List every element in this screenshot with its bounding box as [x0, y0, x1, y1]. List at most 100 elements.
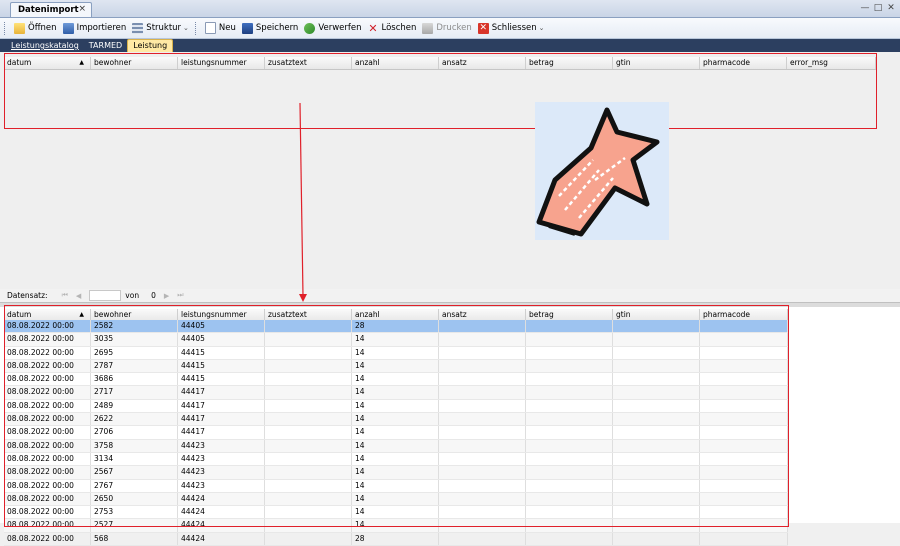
- table-row[interactable]: 08.08.2022 00:00 2717 44417 14: [4, 386, 788, 400]
- print-button[interactable]: Drucken: [419, 19, 474, 37]
- table-row[interactable]: 08.08.2022 00:00 2706 44417 14: [4, 426, 788, 440]
- table-cell-leistungsnummer[interactable]: 44415: [178, 359, 265, 373]
- table-cell-bewohner[interactable]: 2787: [91, 359, 178, 373]
- table-cell-ansatz[interactable]: [439, 320, 526, 333]
- table-cell-ansatz[interactable]: [439, 413, 526, 426]
- table-cell-pharmacode[interactable]: [700, 439, 788, 452]
- table-row[interactable]: 08.08.2022 00:00 2527 44424 14: [4, 519, 788, 533]
- table-cell-anzahl[interactable]: 14: [352, 479, 439, 492]
- table-cell-leistungsnummer[interactable]: 44423: [178, 439, 265, 452]
- table-cell-betrag[interactable]: [526, 532, 613, 546]
- table-cell-leistungsnummer[interactable]: 44405: [178, 320, 265, 333]
- table-cell-ansatz[interactable]: [439, 452, 526, 466]
- table-cell-anzahl[interactable]: 14: [352, 506, 439, 519]
- table-cell-leistungsnummer[interactable]: 44417: [178, 386, 265, 399]
- table-cell-bewohner[interactable]: 568: [91, 532, 178, 546]
- table-cell-bewohner[interactable]: 2695: [91, 346, 178, 359]
- table-row[interactable]: 08.08.2022 00:00 2622 44417 14: [4, 413, 788, 427]
- table-cell-gtin[interactable]: [613, 452, 700, 466]
- table-cell-zusatztext[interactable]: [265, 479, 352, 492]
- table-cell-leistungsnummer[interactable]: 44424: [178, 532, 265, 546]
- table-cell-betrag[interactable]: [526, 333, 613, 346]
- table-cell-betrag[interactable]: [526, 320, 613, 333]
- tab-close-icon[interactable]: ×: [78, 4, 86, 14]
- table-cell-gtin[interactable]: [613, 426, 700, 439]
- table-cell-ansatz[interactable]: [439, 373, 526, 386]
- table-cell-bewohner[interactable]: 2567: [91, 466, 178, 479]
- toolbar-grip-2[interactable]: [194, 21, 199, 35]
- table-cell-datum[interactable]: 08.08.2022 00:00: [4, 359, 91, 373]
- table-cell-leistungsnummer[interactable]: 44423: [178, 479, 265, 492]
- table-cell-datum[interactable]: 08.08.2022 00:00: [4, 373, 91, 386]
- table-cell-betrag[interactable]: [526, 452, 613, 466]
- close-window-icon[interactable]: ✕: [886, 3, 896, 13]
- col-header-anzahl[interactable]: anzahl: [352, 57, 439, 69]
- table-cell-anzahl[interactable]: 14: [352, 346, 439, 359]
- table-cell-leistungsnummer[interactable]: 44424: [178, 519, 265, 532]
- table-cell-datum[interactable]: 08.08.2022 00:00: [4, 386, 91, 399]
- table-cell-ansatz[interactable]: [439, 439, 526, 452]
- table-cell-zusatztext[interactable]: [265, 359, 352, 373]
- table-cell-anzahl[interactable]: 14: [352, 426, 439, 439]
- table-cell-leistungsnummer[interactable]: 44415: [178, 373, 265, 386]
- table-cell-pharmacode[interactable]: [700, 413, 788, 426]
- col-header-pharmacode[interactable]: pharmacode: [700, 57, 787, 69]
- table-cell-zusatztext[interactable]: [265, 452, 352, 466]
- table-cell-zusatztext[interactable]: [265, 492, 352, 506]
- table-cell-ansatz[interactable]: [439, 346, 526, 359]
- table-cell-gtin[interactable]: [613, 373, 700, 386]
- table-cell-anzahl[interactable]: 14: [352, 373, 439, 386]
- table-cell-bewohner[interactable]: 2489: [91, 399, 178, 413]
- tab-leistung[interactable]: Leistung: [127, 39, 174, 52]
- table-cell-gtin[interactable]: [613, 413, 700, 426]
- new-button[interactable]: Neu: [202, 19, 239, 37]
- table-cell-leistungsnummer[interactable]: 44423: [178, 452, 265, 466]
- table-row[interactable]: 08.08.2022 00:00 3035 44405 14: [4, 333, 788, 347]
- table-cell-datum[interactable]: 08.08.2022 00:00: [4, 492, 91, 506]
- table-cell-datum[interactable]: 08.08.2022 00:00: [4, 506, 91, 519]
- table-cell-pharmacode[interactable]: [700, 373, 788, 386]
- last-record-icon[interactable]: ⏭: [177, 291, 183, 300]
- table-cell-anzahl[interactable]: 14: [352, 399, 439, 413]
- table-cell-betrag[interactable]: [526, 479, 613, 492]
- delete-button[interactable]: ✕ Löschen: [364, 19, 419, 37]
- table-row[interactable]: 08.08.2022 00:00 2650 44424 14: [4, 492, 788, 507]
- table-row[interactable]: 08.08.2022 00:00 2753 44424 14: [4, 506, 788, 520]
- table-cell-gtin[interactable]: [613, 320, 700, 333]
- table-cell-anzahl[interactable]: 14: [352, 359, 439, 373]
- col-header-leistungsnummer[interactable]: leistungsnummer: [178, 57, 265, 69]
- table-cell-gtin[interactable]: [613, 399, 700, 413]
- table-cell-datum[interactable]: 08.08.2022 00:00: [4, 532, 91, 546]
- table-cell-gtin[interactable]: [613, 466, 700, 479]
- table-cell-anzahl[interactable]: 14: [352, 439, 439, 452]
- table-cell-pharmacode[interactable]: [700, 506, 788, 519]
- table-cell-zusatztext[interactable]: [265, 506, 352, 519]
- table-cell-anzahl[interactable]: 28: [352, 320, 439, 333]
- table-cell-gtin[interactable]: [613, 506, 700, 519]
- table-cell-zusatztext[interactable]: [265, 346, 352, 359]
- table-row[interactable]: 08.08.2022 00:00 2767 44423 14: [4, 479, 788, 493]
- table-row[interactable]: 08.08.2022 00:00 3134 44423 14: [4, 452, 788, 467]
- col-header-error-msg[interactable]: error_msg: [787, 57, 876, 69]
- table-cell-leistungsnummer[interactable]: 44424: [178, 492, 265, 506]
- table-cell-anzahl[interactable]: 14: [352, 413, 439, 426]
- table-cell-bewohner[interactable]: 2753: [91, 506, 178, 519]
- table-cell-betrag[interactable]: [526, 359, 613, 373]
- table-cell-ansatz[interactable]: [439, 399, 526, 413]
- table-cell-gtin[interactable]: [613, 346, 700, 359]
- table-cell-zusatztext[interactable]: [265, 439, 352, 452]
- table-cell-zusatztext[interactable]: [265, 532, 352, 546]
- table-cell-anzahl[interactable]: 14: [352, 452, 439, 466]
- col-header-ansatz[interactable]: ansatz: [439, 57, 526, 69]
- table-cell-ansatz[interactable]: [439, 492, 526, 506]
- table-cell-datum[interactable]: 08.08.2022 00:00: [4, 519, 91, 532]
- table-cell-pharmacode[interactable]: [700, 346, 788, 359]
- table-row[interactable]: 08.08.2022 00:00 3686 44415 14: [4, 373, 788, 387]
- table-cell-betrag[interactable]: [526, 386, 613, 399]
- record-position-input[interactable]: [89, 290, 122, 301]
- tab-leistungskatalog[interactable]: Leistungskatalog: [6, 40, 84, 52]
- table-cell-zusatztext[interactable]: [265, 399, 352, 413]
- table-cell-betrag[interactable]: [526, 413, 613, 426]
- table-cell-betrag[interactable]: [526, 346, 613, 359]
- table-cell-betrag[interactable]: [526, 466, 613, 479]
